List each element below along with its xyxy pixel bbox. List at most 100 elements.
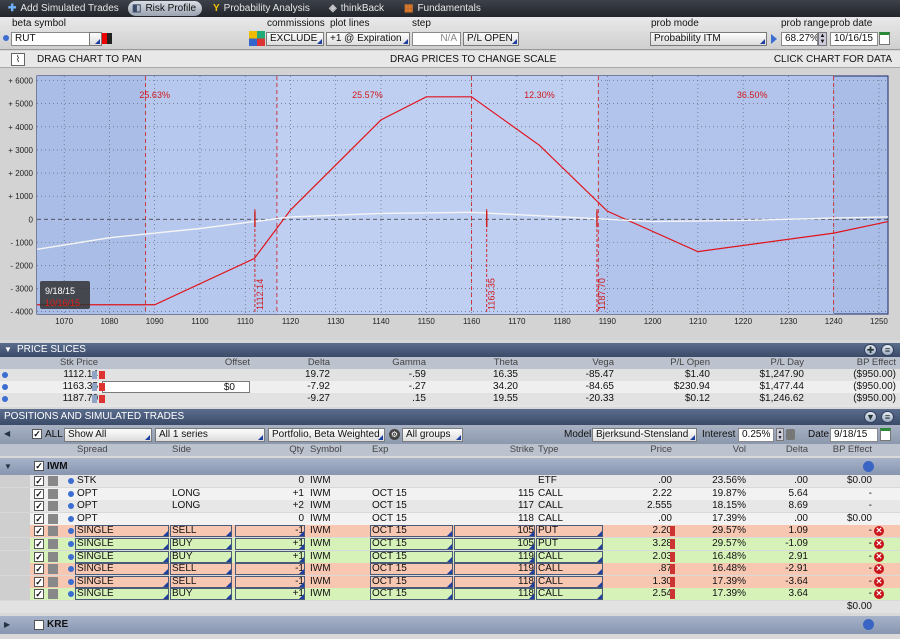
row-link-icon[interactable]: [68, 528, 74, 535]
group-row-kre[interactable]: ▶ KRE: [0, 615, 900, 634]
lock-icon[interactable]: [786, 429, 795, 440]
price-lock-icon[interactable]: [670, 551, 675, 562]
interest-input[interactable]: 0.25%: [738, 428, 774, 442]
cell-price[interactable]: 3.28: [606, 538, 672, 550]
dropdown-arrow-icon[interactable]: [163, 556, 168, 562]
dropdown-arrow-icon[interactable]: [299, 556, 304, 562]
cell-strike[interactable]: 105: [456, 538, 534, 550]
lock-icon[interactable]: [99, 395, 105, 403]
cell-spread[interactable]: SINGLE: [77, 525, 168, 537]
stock-price-cell[interactable]: 1187.70: [10, 393, 98, 405]
row-lock-icon[interactable]: [48, 589, 58, 600]
dropdown-arrow-icon[interactable]: [163, 569, 168, 575]
cell-exp[interactable]: OCT 15: [372, 551, 452, 563]
position-row[interactable]: ✓ SINGLE BUY +1 IWM OCT 15 105 PUT 3.28 29.57% -1.…: [0, 538, 900, 550]
dropdown-arrow-icon[interactable]: [447, 531, 452, 537]
dropdown-arrow-icon[interactable]: [226, 544, 231, 549]
add-slice-icon[interactable]: ✚: [864, 344, 877, 356]
cell-qty[interactable]: +1: [237, 588, 304, 600]
price-lock-icon[interactable]: [670, 526, 675, 537]
dropdown-arrow-icon[interactable]: [226, 531, 231, 537]
tab-thinkback[interactable]: ◈ thinkBack: [325, 1, 390, 16]
row-link-icon[interactable]: [68, 503, 74, 510]
row-lock-icon[interactable]: [48, 526, 58, 537]
dropdown-arrow-icon[interactable]: [163, 531, 168, 537]
link-dot-icon[interactable]: [3, 35, 9, 41]
cell-side[interactable]: BUY: [172, 551, 231, 563]
price-lock-icon[interactable]: [670, 564, 675, 575]
price-slice-cell[interactable]: $0: [102, 381, 250, 393]
row-lock-icon[interactable]: [48, 576, 58, 587]
row-link-icon[interactable]: [68, 541, 74, 547]
tab-risk-profile[interactable]: ◧ Risk Profile: [128, 1, 203, 16]
cell-spread[interactable]: SINGLE: [77, 551, 168, 563]
cell-spread[interactable]: SINGLE: [77, 538, 168, 550]
positions-menu-icon[interactable]: ≡: [881, 411, 894, 423]
stock-price-cell[interactable]: 1112.14: [10, 369, 98, 381]
dropdown-arrow-icon[interactable]: [529, 569, 534, 575]
show-dropdown[interactable]: Show All: [64, 428, 152, 442]
dropdown-arrow-icon[interactable]: [597, 581, 602, 587]
row-lock-icon[interactable]: [48, 513, 58, 524]
grid-icon[interactable]: [249, 31, 265, 46]
group-row-iwm[interactable]: ▼ ✓ IWM: [0, 458, 900, 475]
date-input[interactable]: 9/18/15: [830, 428, 878, 442]
dropdown-arrow-icon[interactable]: [163, 594, 168, 600]
dropdown-arrow-icon[interactable]: [529, 531, 534, 537]
prob-range-input[interactable]: 68.27%: [781, 32, 818, 46]
row-link-icon[interactable]: [68, 578, 74, 585]
chart-settings-icon[interactable]: ⌇: [11, 53, 25, 66]
dropdown-arrow-icon[interactable]: [447, 569, 452, 575]
cell-exp[interactable]: OCT 15: [372, 563, 452, 575]
cell-type[interactable]: PUT: [538, 525, 602, 537]
link-dot-icon[interactable]: [2, 396, 8, 402]
link-dot-icon[interactable]: [2, 384, 8, 390]
row-link-icon[interactable]: [68, 515, 74, 522]
cell-type[interactable]: CALL: [538, 588, 602, 600]
tab-fundamentals[interactable]: ▦ Fundamentals: [400, 1, 487, 16]
price-slice-row[interactable]: 1187.70 -9.27 .15 19.55 -20.33 $0.12 $1,246.62…: [0, 393, 900, 405]
row-link-icon[interactable]: [68, 553, 74, 560]
stepper-icon[interactable]: [92, 383, 97, 391]
row-checkbox[interactable]: ✓: [34, 513, 44, 524]
dropdown-arrow-icon[interactable]: [447, 544, 452, 549]
collapse-group-icon[interactable]: ▼: [4, 458, 12, 475]
cell-exp[interactable]: OCT 15: [372, 588, 452, 600]
cell-strike[interactable]: 105: [456, 525, 534, 537]
position-row[interactable]: ✓ OPT LONG +2 IWM OCT 15 117 CALL 2.555 18.15% 8.6…: [0, 500, 900, 513]
row-checkbox[interactable]: ✓: [34, 564, 44, 575]
dropdown-arrow-icon[interactable]: [226, 581, 231, 587]
cell-type[interactable]: PUT: [538, 538, 602, 550]
row-lock-icon[interactable]: [48, 488, 58, 499]
cell-exp[interactable]: OCT 15: [372, 525, 452, 537]
dropdown-arrow-icon[interactable]: [163, 544, 168, 549]
remove-icon[interactable]: ✕: [874, 551, 884, 562]
remove-icon[interactable]: ✕: [874, 526, 884, 537]
risk-profile-chart[interactable]: + 6000 + 5000 + 4000 + 3000 + 2000 + 1000 0 - 1…: [0, 68, 900, 340]
lock-icon[interactable]: [99, 371, 105, 379]
dropdown-arrow-icon[interactable]: [597, 556, 602, 562]
position-row[interactable]: ✓ STK 0 IWM ETF .00 23.56% .00 $0.00: [0, 475, 900, 487]
cell-qty[interactable]: -1: [237, 563, 304, 575]
row-checkbox[interactable]: ✓: [34, 589, 44, 600]
position-row[interactable]: ✓ SINGLE BUY +1 IWM OCT 15 118 CALL 2.54 17.39% 3.…: [0, 588, 900, 601]
price-lock-icon[interactable]: [670, 539, 675, 549]
cell-type[interactable]: CALL: [538, 563, 602, 575]
collapse-all-icon[interactable]: ▼: [864, 411, 877, 423]
row-checkbox[interactable]: ✓: [34, 476, 44, 486]
plot-lines-dropdown[interactable]: +1 @ Expiration: [326, 32, 410, 46]
cell-spread[interactable]: SINGLE: [77, 588, 168, 600]
dropdown-arrow-icon[interactable]: [447, 594, 452, 600]
cell-qty[interactable]: +1: [237, 551, 304, 563]
dropdown-arrow-icon[interactable]: [529, 556, 534, 562]
remove-icon[interactable]: ✕: [874, 589, 884, 600]
link-dot-icon[interactable]: [2, 372, 8, 378]
series-dropdown[interactable]: All 1 series: [155, 428, 265, 442]
position-row[interactable]: ✓ SINGLE SELL -1 IWM OCT 15 118 CALL 1.30 17.39% -…: [0, 575, 900, 588]
position-row[interactable]: ✓ SINGLE SELL -1 IWM OCT 15 119 CALL .87 16.48% -2…: [0, 563, 900, 576]
row-lock-icon[interactable]: [48, 476, 58, 486]
symbol-link-icon[interactable]: [102, 33, 112, 44]
cell-price[interactable]: 2.54: [606, 588, 672, 600]
cell-price[interactable]: 2.20: [606, 525, 672, 537]
step-input[interactable]: N/A: [412, 32, 461, 46]
